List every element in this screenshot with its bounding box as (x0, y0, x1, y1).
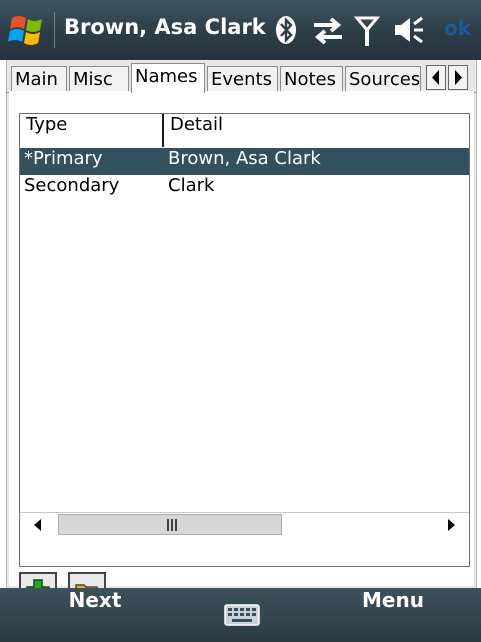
tab-sources[interactable]: Sources (345, 66, 421, 91)
tab-scroll-right-button[interactable] (448, 65, 468, 90)
row-detail: Clark (168, 175, 215, 196)
arrow-right-icon (448, 519, 455, 531)
list-row-primary[interactable]: *Primary Brown, Asa Clark (20, 148, 469, 175)
signal-icon[interactable] (354, 12, 380, 48)
tab-misc[interactable]: Misc (69, 66, 129, 91)
tab-strip: Main Misc Names Events Notes Sources (7, 62, 476, 93)
grip-line (167, 519, 169, 531)
column-header-type[interactable]: Type (20, 114, 162, 147)
horizontal-scrollbar[interactable] (20, 512, 469, 537)
tab-notes[interactable]: Notes (280, 66, 343, 91)
menu-softkey[interactable]: Menu (318, 588, 468, 642)
bluetooth-icon[interactable] (274, 12, 298, 48)
row-detail: Brown, Asa Clark (168, 148, 321, 169)
keyboard-icon[interactable] (224, 604, 260, 626)
list-header: Type Detail (20, 114, 469, 149)
tab-events[interactable]: Events (207, 66, 278, 91)
scroll-thumb[interactable] (58, 514, 282, 535)
list-row-secondary[interactable]: Secondary Clark (20, 175, 469, 202)
volume-icon[interactable] (392, 12, 428, 48)
scroll-right-button[interactable] (433, 514, 469, 536)
next-softkey[interactable]: Next (20, 588, 170, 642)
windows-start-icon[interactable] (8, 10, 48, 50)
arrow-left-icon (34, 519, 41, 531)
column-header-detail[interactable]: Detail (164, 114, 469, 147)
title-bar: Brown, Asa Clark ok (0, 0, 481, 60)
tab-main[interactable]: Main (11, 66, 67, 91)
arrow-right-icon (455, 70, 462, 85)
row-type: Secondary (24, 175, 120, 196)
connectivity-icon[interactable] (311, 12, 345, 48)
window-title: Brown, Asa Clark (64, 15, 266, 39)
row-type: *Primary (24, 148, 103, 169)
grip-line (175, 519, 177, 531)
tab-scroll-left-button[interactable] (426, 65, 446, 90)
ok-button[interactable]: ok (444, 16, 471, 40)
content-panel: Main Misc Names Events Notes Sources Typ… (6, 60, 477, 610)
grip-line (171, 519, 173, 531)
names-tab-body: Type Detail *Primary Brown, Asa Clark Se… (9, 91, 474, 610)
tab-names[interactable]: Names (131, 63, 205, 93)
names-list[interactable]: Type Detail *Primary Brown, Asa Clark Se… (19, 113, 470, 567)
arrow-left-icon (432, 70, 439, 85)
scroll-left-button[interactable] (20, 514, 56, 536)
title-separator (54, 12, 55, 48)
softkey-bar: Next Menu (0, 588, 481, 642)
